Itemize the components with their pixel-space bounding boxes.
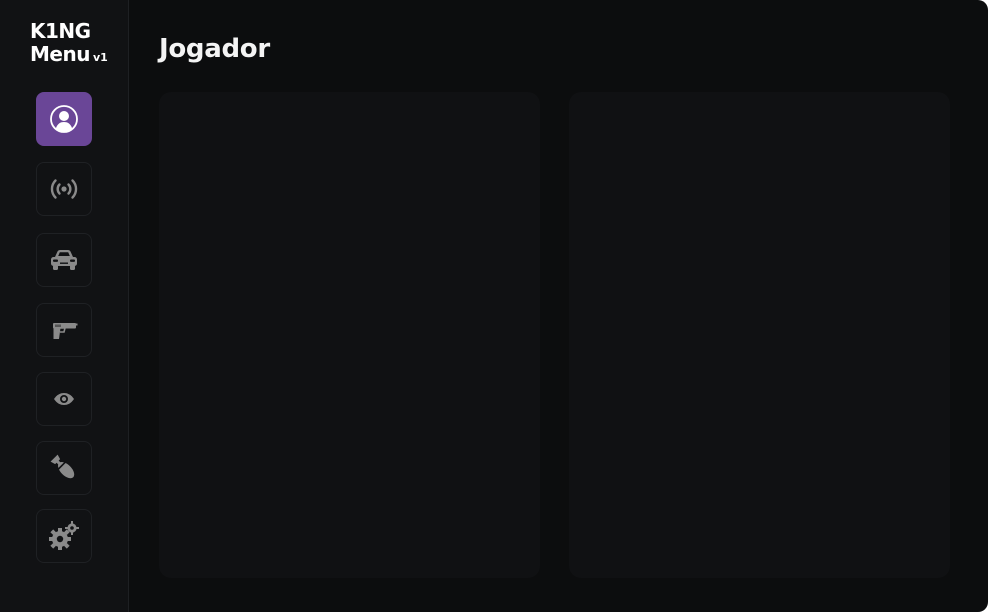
- gears-icon: [49, 521, 79, 550]
- app-logo: K1NG Menu v1: [30, 20, 108, 69]
- sidebar-item-network[interactable]: [36, 162, 92, 216]
- logo-version: v1: [92, 51, 108, 64]
- right-panel: [569, 92, 950, 578]
- sidebar-item-visual[interactable]: [36, 372, 92, 426]
- broadcast-icon: [50, 179, 78, 199]
- car-icon: [51, 250, 77, 270]
- user-icon: [50, 105, 78, 133]
- sidebar-item-destruction[interactable]: [36, 441, 92, 495]
- main-content: Jogador: [129, 0, 988, 612]
- sidebar: K1NG Menu v1: [0, 0, 129, 612]
- logo-line-2: Menu: [30, 42, 90, 66]
- logo-line-1: K1NG: [30, 19, 91, 43]
- logo-line-2-wrap: Menu v1: [30, 43, 108, 69]
- bomb-icon: [50, 454, 75, 479]
- sidebar-item-vehicle[interactable]: [36, 233, 92, 287]
- eye-icon: [54, 393, 74, 405]
- pistol-icon: [53, 323, 78, 339]
- left-panel: [159, 92, 540, 578]
- sidebar-item-player[interactable]: [36, 92, 92, 146]
- sidebar-item-weapon[interactable]: [36, 303, 92, 357]
- page-title: Jogador: [159, 34, 270, 64]
- sidebar-item-settings[interactable]: [36, 509, 92, 563]
- app-window: K1NG Menu v1 Jogador: [0, 0, 988, 612]
